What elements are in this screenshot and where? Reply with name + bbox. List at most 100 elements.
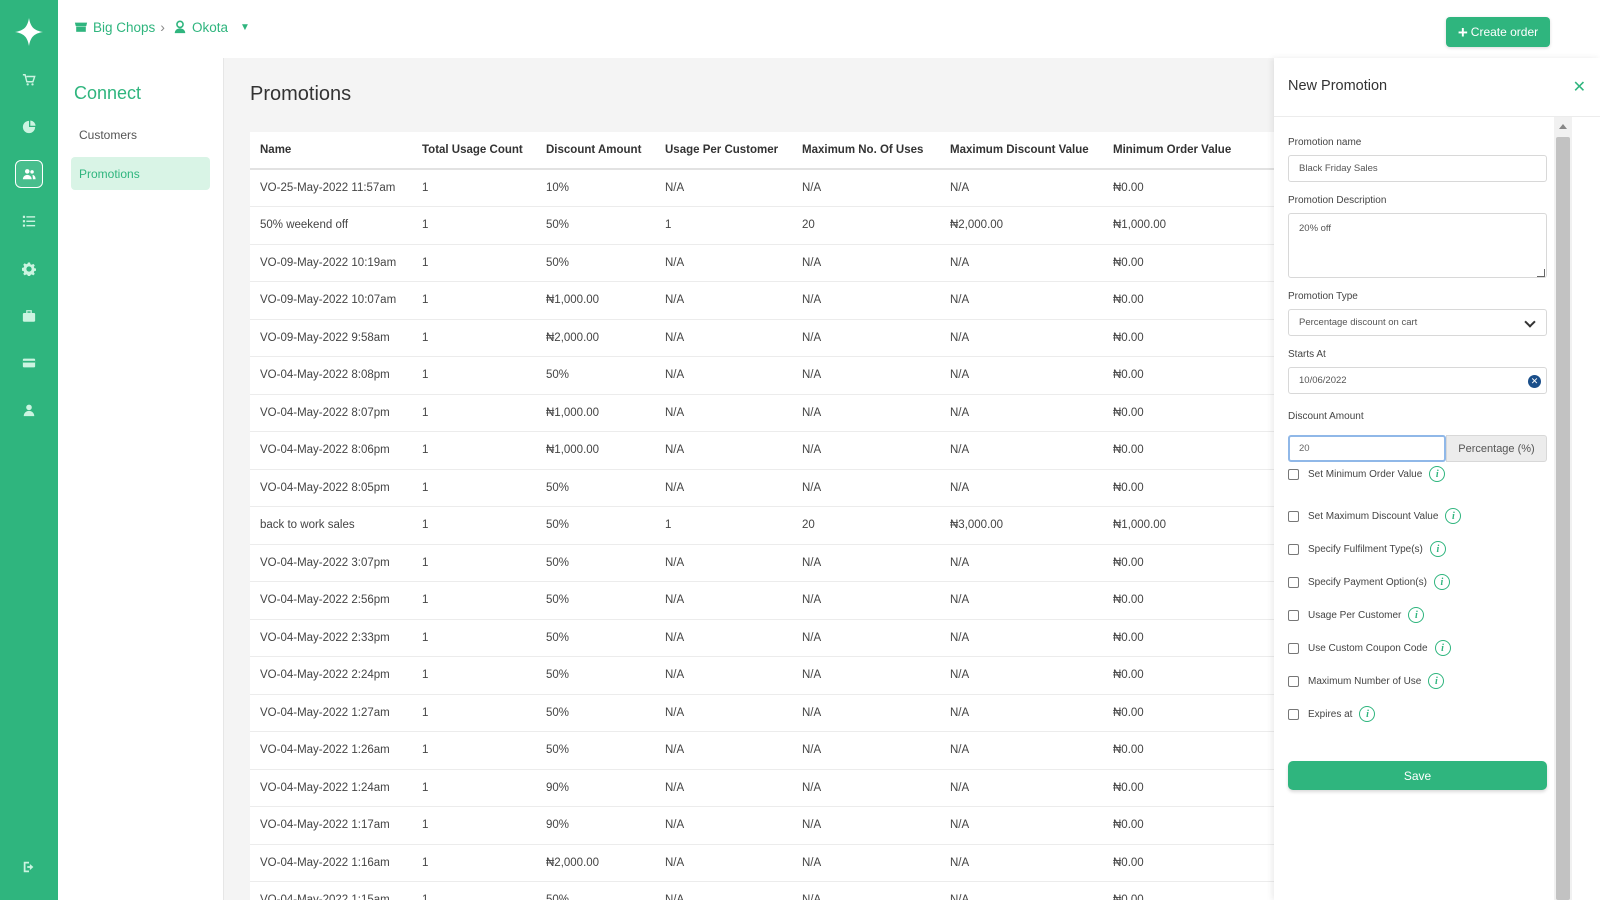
table-row[interactable]: VO-04-May-2022 8:06pm 1 ₦1,000.00 N/A N/A N/A… <box>250 431 1274 470</box>
table-cell: N/A <box>940 694 1103 732</box>
scrollbar-thumb[interactable] <box>1556 137 1570 900</box>
info-icon[interactable]: i <box>1429 541 1446 557</box>
checkbox-box[interactable] <box>1288 510 1299 522</box>
table-row[interactable]: VO-04-May-2022 2:24pm 1 50% N/A N/A N/A ₦0.00 <box>250 656 1274 695</box>
table-cell: 50% <box>536 206 655 245</box>
table-row[interactable]: VO-04-May-2022 1:27am 1 50% N/A N/A N/A ₦0.00 <box>250 694 1274 732</box>
checkbox-box[interactable] <box>1288 576 1299 588</box>
create-order-button[interactable]: + Create order <box>1446 17 1550 47</box>
table-row[interactable]: back to work sales 1 50% 1 20 ₦3,000.00 ₦1,000… <box>250 506 1274 545</box>
starts-at-date-input[interactable]: 10/06/2022 ✕ <box>1288 367 1547 394</box>
logout-button[interactable] <box>15 853 43 881</box>
table-row[interactable]: VO-09-May-2022 10:19am 1 50% N/A N/A N/A ₦0.00 <box>250 244 1274 282</box>
table-row[interactable]: VO-09-May-2022 10:07am 1 ₦1,000.00 N/A N/A N/… <box>250 281 1274 320</box>
usage-per-customer-checkbox[interactable]: Usage Per Customer i <box>1288 607 1425 623</box>
checkbox-box[interactable] <box>1288 609 1299 621</box>
promotion-name-input[interactable]: Black Friday Sales <box>1288 155 1547 182</box>
caret-down-icon[interactable]: ▼ <box>240 22 250 33</box>
info-icon[interactable]: i <box>1433 574 1450 590</box>
promotion-description-label: Promotion Description <box>1288 195 1387 206</box>
table-cell: 1 <box>412 731 536 770</box>
table-cell: N/A <box>655 581 792 620</box>
table-row[interactable]: VO-04-May-2022 1:26am 1 50% N/A N/A N/A ₦0.00 <box>250 731 1274 770</box>
checkbox-box[interactable] <box>1288 642 1299 654</box>
table-row[interactable]: VO-04-May-2022 8:08pm 1 50% N/A N/A N/A ₦0.00 <box>250 356 1274 395</box>
panel-title: New Promotion <box>1288 78 1388 94</box>
breadcrumb-store-link[interactable]: Big Chops <box>93 20 155 35</box>
info-icon[interactable]: i <box>1429 466 1446 482</box>
column-header[interactable]: Usage Per Customer <box>655 132 792 170</box>
nav-business-button[interactable] <box>15 302 43 330</box>
column-header[interactable]: Name <box>250 132 412 170</box>
table-row[interactable]: VO-04-May-2022 1:24am 1 90% N/A N/A N/A ₦0.00 <box>250 769 1274 807</box>
nav-payments-button[interactable] <box>15 349 43 377</box>
info-icon[interactable]: i <box>1428 673 1445 689</box>
column-header[interactable]: Maximum No. Of Uses <box>792 132 940 170</box>
scroll-up-arrow-icon[interactable] <box>1559 124 1567 129</box>
subnav-item-promotions[interactable]: Promotions <box>71 157 210 190</box>
resize-handle-icon[interactable] <box>1537 269 1545 277</box>
nav-reports-button[interactable] <box>15 113 43 141</box>
info-icon[interactable]: i <box>1445 508 1462 524</box>
table-row[interactable]: VO-04-May-2022 8:05pm 1 50% N/A N/A N/A ₦0.00 <box>250 469 1274 507</box>
column-header[interactable]: Total Usage Count <box>412 132 536 170</box>
use-custom-coupon-code-checkbox[interactable]: Use Custom Coupon Code i <box>1288 640 1451 656</box>
info-icon[interactable]: i <box>1408 607 1425 623</box>
nav-catalog-button[interactable] <box>15 207 43 235</box>
table-cell: N/A <box>940 281 1103 320</box>
table-row[interactable]: VO-04-May-2022 1:17am 1 90% N/A N/A N/A ₦0.00 <box>250 806 1274 845</box>
table-cell: N/A <box>655 169 792 207</box>
save-button[interactable]: Save <box>1288 761 1547 790</box>
table-row[interactable]: VO-04-May-2022 2:33pm 1 50% N/A N/A N/A ₦0.00 <box>250 619 1274 657</box>
table-cell: 1 <box>412 844 536 882</box>
specify-fulfilment-types-checkbox[interactable]: Specify Fulfilment Type(s) i <box>1288 541 1446 557</box>
table-cell: N/A <box>792 244 940 282</box>
gear-icon <box>22 262 36 276</box>
nav-orders-button[interactable] <box>15 66 43 94</box>
nav-connect-button[interactable] <box>15 160 43 188</box>
table-row[interactable]: VO-25-May-2022 11:57am 1 10% N/A N/A N/A ₦0.00 <box>250 169 1274 207</box>
table-row[interactable]: VO-04-May-2022 1:15am150%N/AN/AN/A₦0.00 <box>250 881 1274 900</box>
promotion-type-select[interactable]: Percentage discount on cart <box>1288 309 1547 336</box>
sparkle-logo-icon[interactable] <box>14 17 44 47</box>
checkbox-label: Maximum Number of Use <box>1308 675 1422 687</box>
info-icon[interactable]: i <box>1434 640 1451 656</box>
table-row[interactable]: VO-09-May-2022 9:58am 1 ₦2,000.00 N/A N/A N/A… <box>250 319 1274 357</box>
table-cell: VO-04-May-2022 1:16am <box>250 844 412 882</box>
panel-scrollbar[interactable] <box>1554 117 1572 900</box>
clear-date-icon[interactable]: ✕ <box>1528 375 1541 388</box>
specify-payment-options-checkbox[interactable]: Specify Payment Option(s) i <box>1288 574 1450 590</box>
checkbox-box[interactable] <box>1288 468 1299 480</box>
close-icon[interactable]: ✕ <box>1573 77 1586 97</box>
table-row[interactable]: VO-04-May-2022 2:56pm 1 50% N/A N/A N/A ₦0.00 <box>250 581 1274 620</box>
discount-amount-input[interactable]: 20 <box>1288 435 1446 462</box>
table-cell: N/A <box>792 431 940 470</box>
table-cell: ₦0.00 <box>1103 394 1274 432</box>
promotion-description-textarea[interactable]: 20% off <box>1288 213 1547 278</box>
checkbox-box[interactable] <box>1288 543 1299 555</box>
expires-at-checkbox[interactable]: Expires at i <box>1288 706 1376 722</box>
checkbox-box[interactable] <box>1288 708 1299 720</box>
info-icon[interactable]: i <box>1359 706 1376 722</box>
column-header[interactable]: Maximum Discount Value <box>940 132 1103 170</box>
set-maximum-discount-value-checkbox[interactable]: Set Maximum Discount Value i <box>1288 508 1462 524</box>
column-header[interactable]: Discount Amount <box>536 132 655 170</box>
starts-at-value: 10/06/2022 <box>1299 375 1347 386</box>
table-cell: N/A <box>940 769 1103 807</box>
subnav-item-customers[interactable]: Customers <box>71 118 210 151</box>
table-row[interactable]: VO-04-May-2022 1:16am 1 ₦2,000.00 N/A N/A N/A… <box>250 844 1274 882</box>
nav-settings-button[interactable] <box>15 255 43 283</box>
set-minimum-order-value-checkbox[interactable]: Set Minimum Order Value i <box>1288 466 1446 482</box>
discount-unit-addon: Percentage (%) <box>1446 435 1547 462</box>
nav-account-button[interactable] <box>15 396 43 424</box>
checkbox-box[interactable] <box>1288 675 1299 687</box>
column-header[interactable]: Minimum Order Value <box>1103 132 1274 170</box>
location-selector[interactable]: Okota <box>192 20 228 35</box>
table-row[interactable]: VO-04-May-2022 3:07pm 1 50% N/A N/A N/A ₦0.00 <box>250 544 1274 582</box>
maximum-number-of-use-checkbox[interactable]: Maximum Number of Use i <box>1288 673 1445 689</box>
table-row[interactable]: 50% weekend off 1 50% 1 20 ₦2,000.00 ₦1,000.00 <box>250 206 1274 245</box>
table-cell: VO-09-May-2022 9:58am <box>250 319 412 357</box>
table-cell: VO-04-May-2022 3:07pm <box>250 544 412 582</box>
table-cell: N/A <box>940 881 1103 900</box>
table-row[interactable]: VO-04-May-2022 8:07pm 1 ₦1,000.00 N/A N/A N/A… <box>250 394 1274 432</box>
